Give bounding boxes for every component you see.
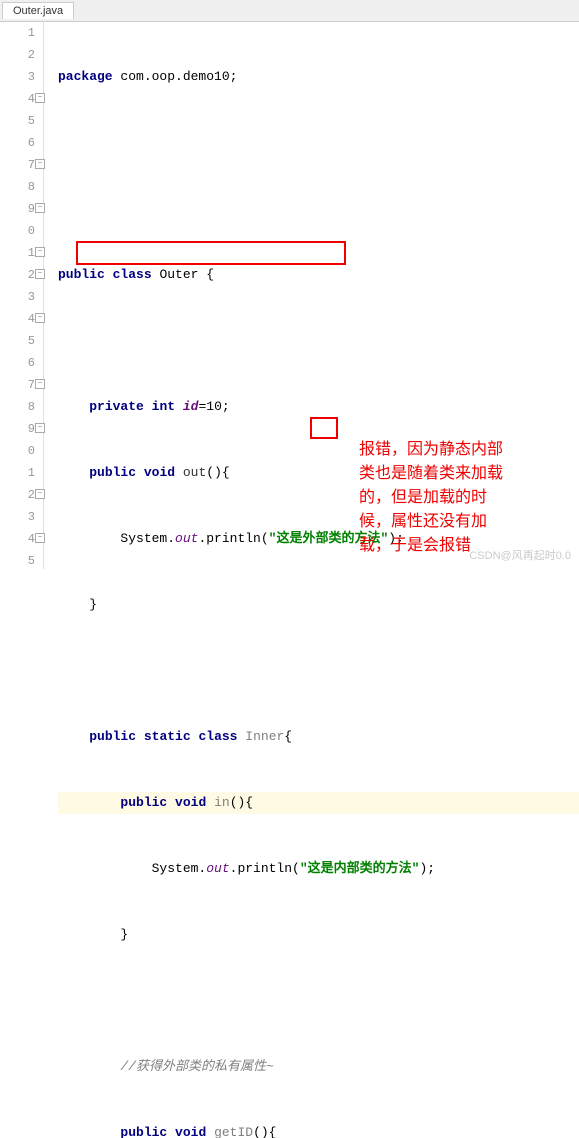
code-line[interactable]: [58, 132, 579, 154]
field-out: out: [175, 531, 198, 546]
annotation-line: 类也是随着类来加载: [359, 462, 559, 486]
highlight-box-id-error: [310, 417, 338, 439]
gutter-line: 3: [0, 286, 35, 308]
field-id: id: [183, 399, 199, 414]
gutter-line: 9−: [0, 198, 35, 220]
gutter-line: 4−: [0, 88, 35, 110]
code-line[interactable]: [58, 990, 579, 1012]
annotation-line: 的，但是加载的时: [359, 486, 559, 510]
class-inner: Inner: [237, 729, 284, 744]
gutter-line: 2: [0, 44, 35, 66]
method-in: in: [214, 795, 230, 810]
gutter-line: 8: [0, 176, 35, 198]
method-getid: getID: [206, 1125, 253, 1138]
code-line-current[interactable]: public void in(){: [58, 792, 579, 814]
gutter-line: 6: [0, 132, 35, 154]
string-literal: "这是内部类的方法": [300, 861, 420, 876]
gutter-line: 7−: [0, 374, 35, 396]
keyword-class: class: [198, 729, 237, 744]
gutter-line: 5: [0, 110, 35, 132]
keyword-static: static: [144, 729, 191, 744]
gutter-line: 6: [0, 352, 35, 374]
gutter-line: 1−: [0, 242, 35, 264]
annotation-line: 候，属性还没有加: [359, 510, 559, 534]
code-line[interactable]: [58, 198, 579, 220]
class-name: Outer: [152, 267, 207, 282]
code-line[interactable]: }: [58, 924, 579, 946]
gutter-line: 8: [0, 396, 35, 418]
code-line[interactable]: public static class Inner{: [58, 726, 579, 748]
keyword-void: void: [144, 465, 175, 480]
brace: {: [206, 267, 214, 282]
keyword-void: void: [175, 1125, 206, 1138]
code-line[interactable]: }: [58, 594, 579, 616]
gutter-line: 2−: [0, 264, 35, 286]
comment: //获得外部类的私有属性~: [120, 1059, 273, 1074]
code-line[interactable]: private int id=10;: [58, 396, 579, 418]
annotation-text: 报错，因为静态内部 类也是随着类来加载 的，但是加载的时 候，属性还没有加 载，…: [359, 438, 559, 558]
parens: (){: [230, 795, 253, 810]
gutter-line: 1: [0, 462, 35, 484]
parens: (){: [206, 465, 229, 480]
highlight-box-static-class: [76, 241, 346, 265]
gutter-line: 3: [0, 66, 35, 88]
keyword-public: public: [89, 465, 136, 480]
tab-bar: Outer.java: [0, 0, 579, 22]
keyword-public: public: [120, 1125, 167, 1138]
gutter-line: 2−: [0, 484, 35, 506]
code-line[interactable]: [58, 660, 579, 682]
keyword-public: public: [89, 729, 136, 744]
file-tab[interactable]: Outer.java: [2, 2, 74, 19]
gutter-line: 4−: [0, 308, 35, 330]
code-line[interactable]: package com.oop.demo10;: [58, 66, 579, 88]
gutter-line: 5: [0, 330, 35, 352]
brace: }: [120, 927, 128, 942]
method-out: out: [175, 465, 206, 480]
line-gutter: 1 2 3 4− 5 6 7− 8 9− 0 1− 2− 3 4− 5 6 7−…: [0, 22, 44, 569]
keyword-public: public: [120, 795, 167, 810]
annotation-line: 报错，因为静态内部: [359, 438, 559, 462]
package-name: com.oop.demo10;: [113, 69, 238, 84]
brace: }: [89, 597, 97, 612]
gutter-line: 7−: [0, 154, 35, 176]
code-line[interactable]: public void getID(){: [58, 1122, 579, 1138]
keyword-public: public: [58, 267, 105, 282]
watermark: CSDN@风再起时0.0: [469, 547, 571, 563]
keyword-class: class: [113, 267, 152, 282]
brace: {: [284, 729, 292, 744]
keyword-int: int: [152, 399, 175, 414]
gutter-line: 1: [0, 22, 35, 44]
gutter-line: 0: [0, 220, 35, 242]
keyword-package: package: [58, 69, 113, 84]
field-out: out: [206, 861, 229, 876]
assign: =10;: [198, 399, 229, 414]
keyword-private: private: [89, 399, 144, 414]
code-line[interactable]: System.out.println("这是内部类的方法");: [58, 858, 579, 880]
gutter-line: 0: [0, 440, 35, 462]
gutter-line: 9−: [0, 418, 35, 440]
code-line[interactable]: //获得外部类的私有属性~: [58, 1056, 579, 1078]
parens: (){: [253, 1125, 276, 1138]
gutter-line: 4−: [0, 528, 35, 550]
code-line[interactable]: [58, 330, 579, 352]
code-line[interactable]: public class Outer {: [58, 264, 579, 286]
gutter-line: 3: [0, 506, 35, 528]
keyword-void: void: [175, 795, 206, 810]
